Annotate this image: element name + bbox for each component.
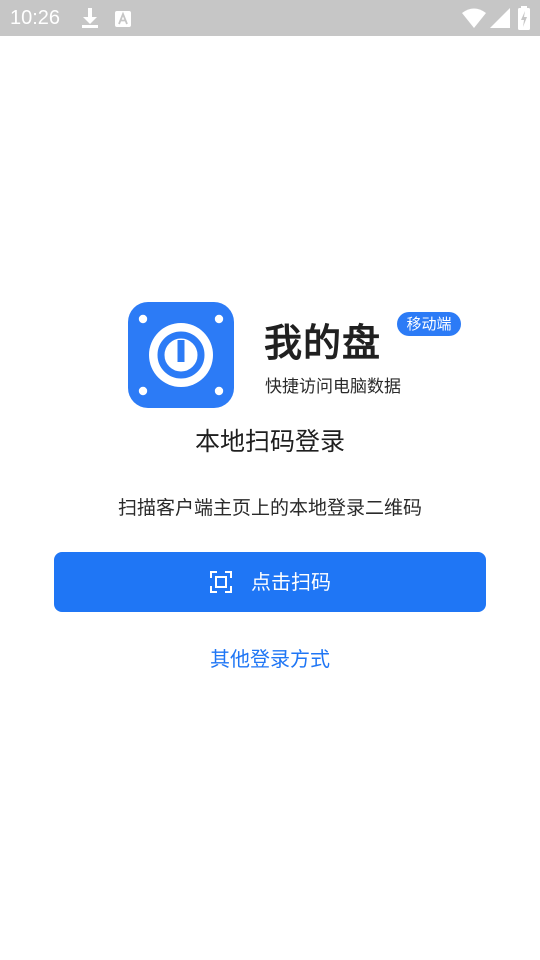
scan-button-label: 点击扫码	[251, 570, 331, 594]
mobile-badge: 移动端	[397, 312, 461, 336]
scan-button[interactable]: 点击扫码	[54, 552, 486, 612]
a-icon	[115, 11, 131, 27]
app-subtitle: 快捷访问电脑数据	[265, 377, 401, 397]
scan-icon	[210, 571, 232, 593]
app-title: 我的盘	[264, 321, 382, 365]
download-icon	[82, 8, 98, 28]
battery-charging-icon	[518, 6, 530, 30]
status-bar: 10:26	[0, 0, 540, 36]
signal-icon	[490, 8, 510, 28]
other-login-link[interactable]: 其他登录方式	[0, 646, 540, 672]
wifi-icon	[462, 8, 486, 28]
app-logo-icon	[128, 302, 234, 408]
login-instruction: 扫描客户端主页上的本地登录二维码	[117, 497, 422, 519]
login-heading: 本地扫码登录	[194, 427, 345, 456]
status-time: 10:26	[10, 7, 61, 29]
login-screen: 我的盘 移动端 快捷访问电脑数据 本地扫码登录 扫描客户端主页上的本地登录二维码…	[0, 36, 540, 960]
